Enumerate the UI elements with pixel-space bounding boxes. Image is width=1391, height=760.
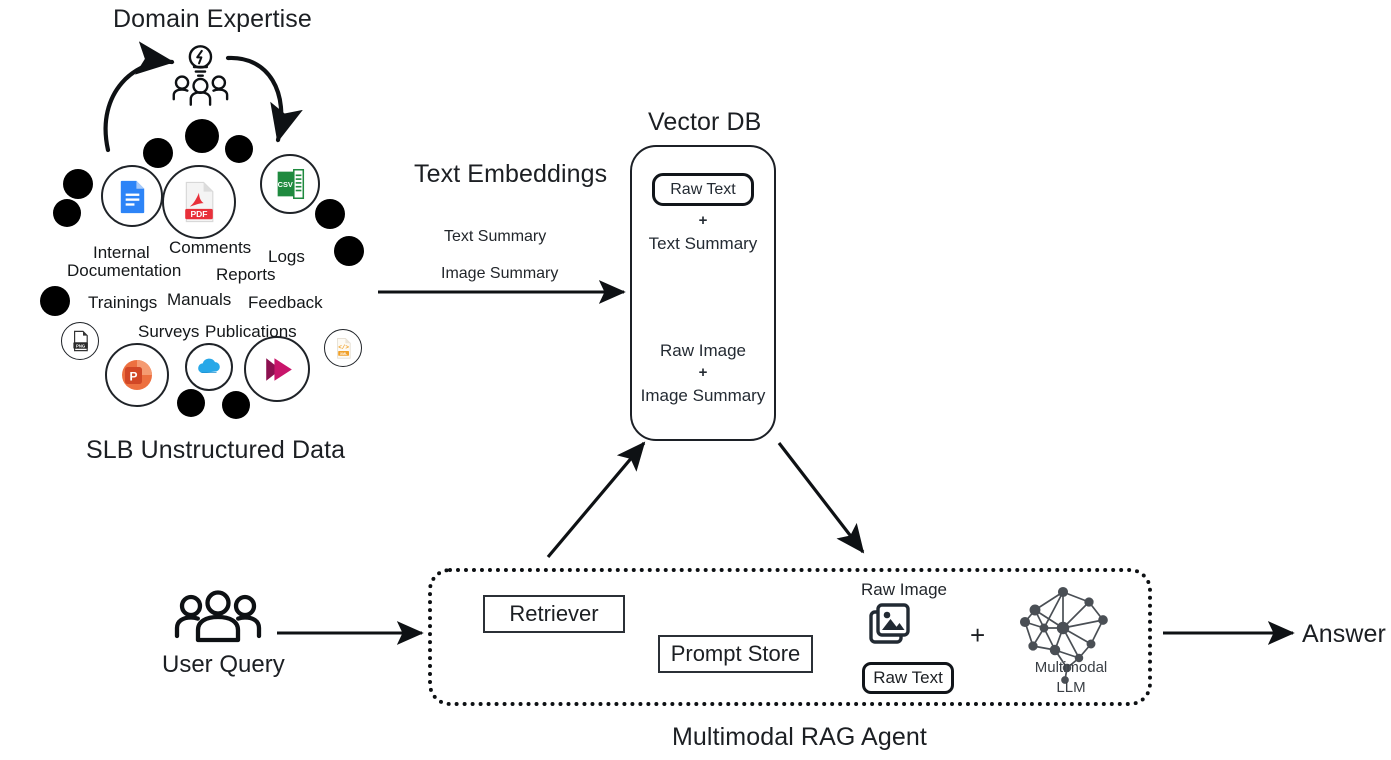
data-bubble-dot bbox=[185, 119, 219, 153]
vdb-image-summary-label: Image Summary bbox=[640, 386, 766, 405]
data-source-label: Logs bbox=[268, 247, 305, 266]
vdb-raw-image-label: Raw Image bbox=[660, 341, 746, 360]
agent-raw-text-chip: Raw Text bbox=[862, 662, 954, 694]
svg-text:PDF: PDF bbox=[191, 209, 208, 219]
data-source-label: Trainings bbox=[88, 293, 158, 312]
data-source-label: Reports bbox=[216, 265, 276, 284]
text-embeddings-title: Text Embeddings bbox=[414, 160, 608, 188]
answer-label: Answer bbox=[1302, 620, 1386, 648]
data-source-label: Documentation bbox=[67, 261, 182, 280]
vdb-raw-text-chip: Raw Text bbox=[652, 173, 754, 206]
data-bubble-dot bbox=[143, 138, 173, 168]
agent-raw-image-label: Raw Image bbox=[861, 580, 947, 599]
powerpoint-icon: P bbox=[105, 343, 169, 407]
png-icon: PNG bbox=[61, 322, 99, 360]
data-bubble-dot bbox=[222, 391, 250, 419]
diagram-canvas: Domain Expertise SLB Unstructured Data V… bbox=[0, 0, 1391, 760]
svg-text:</>: </> bbox=[338, 344, 349, 351]
data-source-label: Internal bbox=[93, 243, 150, 262]
svg-text:CSV: CSV bbox=[278, 180, 293, 189]
csv-icon: CSV bbox=[260, 154, 320, 214]
xml-icon: </> XML bbox=[324, 329, 362, 367]
context-arrow bbox=[777, 442, 865, 554]
google-docs-icon bbox=[101, 165, 163, 227]
retriever-box[interactable]: Retriever bbox=[483, 595, 625, 633]
user-query-label: User Query bbox=[162, 651, 285, 678]
data-source-label: Comments bbox=[169, 238, 252, 257]
svg-text:PNG: PNG bbox=[76, 343, 85, 348]
vector-db-title: Vector DB bbox=[648, 108, 762, 136]
slb-unstructured-data-title: SLB Unstructured Data bbox=[86, 436, 346, 464]
vdb-plus-text: + bbox=[698, 212, 708, 229]
multimodal-llm-label-line2: LLM bbox=[1056, 679, 1086, 696]
data-bubble-dot bbox=[53, 199, 81, 227]
data-source-label: Publications bbox=[205, 322, 297, 341]
agent-plus-symbol: + bbox=[970, 620, 986, 650]
data-source-label: Manuals bbox=[167, 290, 232, 309]
data-source-label: Surveys bbox=[138, 322, 200, 341]
agent-raw-text-label: Raw Text bbox=[873, 668, 943, 687]
prompt-store-box[interactable]: Prompt Store bbox=[658, 635, 813, 673]
user-query-icon bbox=[174, 590, 262, 643]
vdb-raw-text-label: Raw Text bbox=[670, 180, 736, 198]
embedding-label-text-summary: Text Summary bbox=[444, 228, 547, 245]
vdb-plus-image: + bbox=[698, 364, 708, 381]
svg-text:XML: XML bbox=[340, 352, 347, 356]
data-bubble-dot bbox=[40, 286, 70, 316]
domain-expertise-title: Domain Expertise bbox=[113, 5, 312, 33]
pdf-icon: PDF bbox=[162, 165, 236, 239]
multimodal-llm-label-line1: Multimodal bbox=[1034, 659, 1108, 676]
data-bubble-dot bbox=[225, 135, 253, 163]
onedrive-cloud-icon bbox=[185, 343, 233, 391]
retriever-label: Retriever bbox=[509, 601, 599, 626]
data-bubble-dot bbox=[177, 389, 205, 417]
retrieve-arrow bbox=[546, 441, 646, 559]
rag-agent-title: Multimodal RAG Agent bbox=[672, 723, 927, 751]
data-source-label: Feedback bbox=[248, 293, 323, 312]
vdb-text-summary-label: Text Summary bbox=[648, 234, 758, 253]
data-bubble-dot bbox=[315, 199, 345, 229]
domain-expertise-icon bbox=[172, 45, 229, 106]
prompt-store-label: Prompt Store bbox=[670, 641, 801, 666]
data-bubble-dot bbox=[334, 236, 364, 266]
data-bubble-dot bbox=[63, 169, 93, 199]
media-play-icon bbox=[244, 336, 310, 402]
svg-text:P: P bbox=[129, 370, 137, 384]
embedding-label-image-summary: Image Summary bbox=[441, 265, 559, 282]
